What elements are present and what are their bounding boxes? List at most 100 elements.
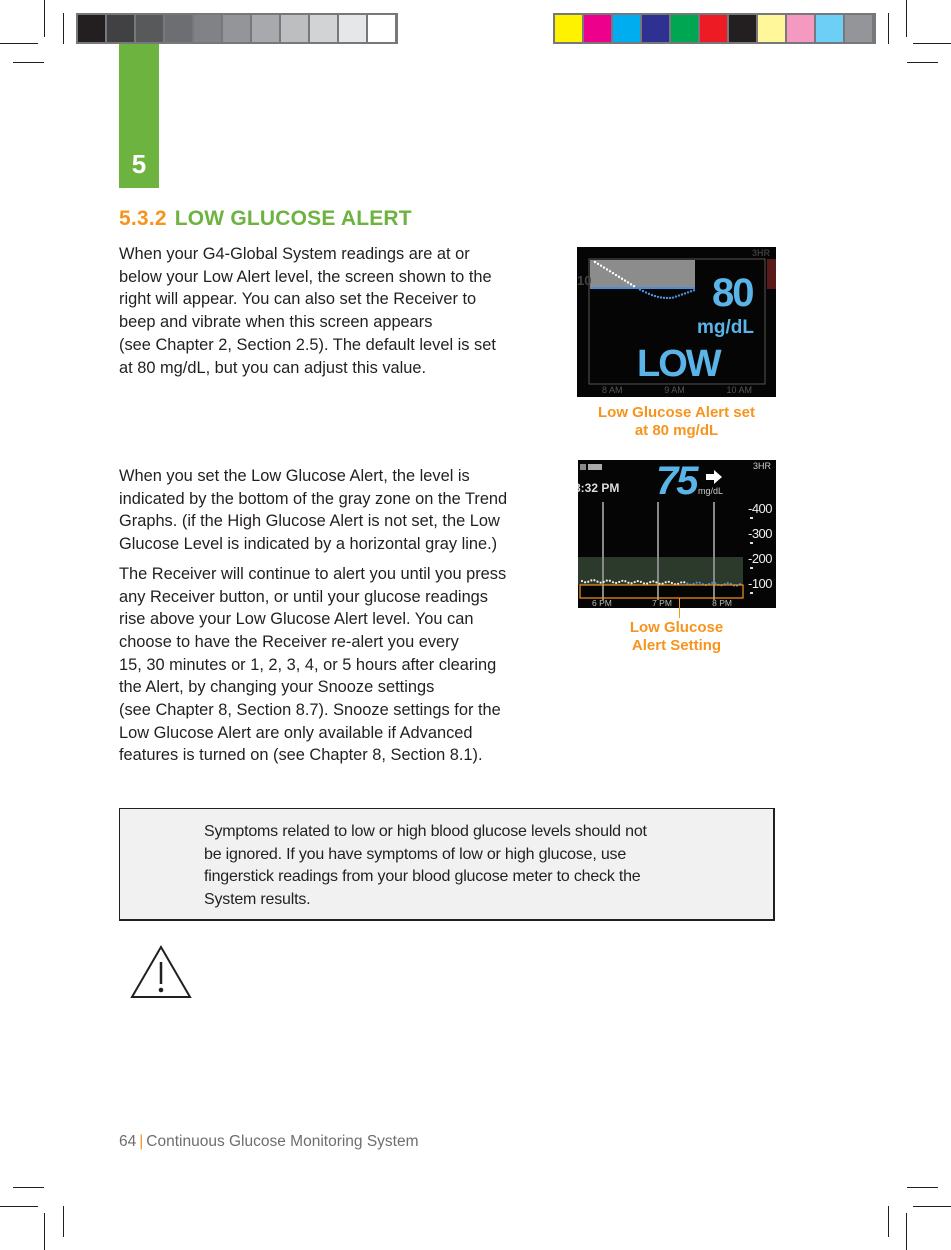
trend-dot	[677, 294, 681, 297]
crop-mark	[44, 1213, 45, 1250]
trend-dot	[615, 581, 618, 585]
y-axis-labels: -400 -300 -200 -100	[748, 496, 776, 596]
color-swatch	[194, 15, 221, 42]
x-tick: 9 AM	[664, 385, 685, 395]
low-alert-screen-image: 10 3HR 80 mg/dL LOW 8 AM 9 AM 10 AM	[577, 247, 776, 397]
trend-dot	[650, 293, 654, 297]
trend-dot	[605, 579, 608, 582]
trend-dot	[627, 581, 630, 584]
section-number: 5.3.2	[119, 207, 167, 230]
crop-mark	[0, 43, 38, 44]
chapter-tab: 5	[119, 44, 159, 188]
trend-dot	[596, 262, 600, 266]
range-label: 3HR	[752, 461, 771, 471]
warning-triangle-icon	[130, 944, 192, 1000]
section-title: LOW GLUCOSE ALERT	[174, 207, 412, 230]
battery-icon	[588, 464, 602, 470]
crop-mark	[906, 1213, 907, 1250]
alert-level-text: When you set the Low Glucose Alert, the …	[119, 465, 559, 774]
color-swatch	[758, 15, 785, 42]
callout-leader-line	[679, 598, 680, 618]
trend-dot	[596, 580, 599, 583]
low-status-label: LOW	[637, 343, 722, 385]
trend-dot	[630, 582, 633, 585]
current-time: 8:32 PM	[578, 481, 620, 495]
footer-title: Continuous Glucose Monitoring System	[146, 1133, 419, 1150]
crop-mark	[63, 1206, 64, 1237]
crop-mark	[888, 1206, 889, 1237]
color-swatch	[845, 15, 872, 42]
section-heading: 5.3.2 LOW GLUCOSE ALERT	[119, 207, 412, 231]
glucose-value: 80	[712, 271, 754, 315]
color-swatch	[584, 15, 611, 42]
crop-mark	[13, 62, 44, 63]
trend-dot	[695, 581, 698, 584]
crop-mark	[44, 0, 45, 37]
color-swatch	[555, 15, 582, 42]
trend-dot	[683, 581, 686, 584]
x-tick: 10 AM	[726, 385, 752, 395]
trend-dot	[653, 294, 657, 298]
glucose-unit: mg/dL	[698, 486, 724, 496]
grayscale-color-bar	[76, 13, 398, 44]
color-swatch	[281, 15, 308, 42]
trend-dot	[698, 581, 701, 584]
trend-dot	[590, 579, 593, 582]
trend-dot	[626, 281, 630, 284]
trend-dot	[680, 293, 684, 296]
trend-dot	[647, 292, 651, 296]
paragraph: The Receiver will continue to alert you …	[119, 564, 507, 765]
y-axis-partial-label: 10	[577, 273, 592, 288]
y-tick: -100	[748, 576, 773, 591]
crop-mark	[13, 1187, 44, 1188]
trend-dot	[714, 582, 717, 585]
crop-mark	[0, 1206, 38, 1207]
trend-dot	[584, 581, 587, 584]
trend-dot	[711, 581, 714, 584]
color-swatch	[136, 15, 163, 42]
trend-dot	[726, 582, 729, 585]
x-tick: 7 PM	[652, 598, 672, 608]
trend-graph-screen-image: 3HR 8:32 PM 75 mg/dL -400 -300 -200 -100…	[578, 460, 776, 608]
trend-dot	[624, 580, 627, 583]
trend-dot	[670, 581, 673, 585]
trend-dot	[671, 296, 675, 299]
trend-dot	[611, 271, 615, 275]
page-footer: 64 | Continuous Glucose Monitoring System	[119, 1133, 419, 1151]
color-swatch	[642, 15, 669, 42]
trend-dot	[620, 277, 624, 280]
glucose-value: 75	[656, 460, 698, 503]
color-swatch	[368, 15, 395, 42]
figure1-caption: Low Glucose Alert set at 80 mg/dL	[598, 404, 755, 439]
intro-text: When your G4-Global System readings are …	[119, 243, 559, 386]
color-swatch	[787, 15, 814, 42]
trend-dot	[633, 580, 636, 584]
x-tick: 8 AM	[602, 385, 623, 395]
figure2-caption: Low Glucose Alert Setting	[629, 619, 724, 654]
trend-dot	[623, 279, 627, 282]
trend-dot	[683, 292, 687, 295]
crop-mark	[913, 1206, 951, 1207]
trend-dot	[665, 296, 669, 300]
trend-dot	[652, 580, 655, 583]
trend-dot	[692, 289, 696, 292]
x-axis-labels: 8 AM 9 AM 10 AM	[602, 385, 752, 395]
trend-dot	[667, 580, 670, 583]
trend-dot	[668, 296, 672, 300]
trend-dot	[644, 291, 648, 294]
trend-dot	[646, 582, 649, 585]
crop-mark	[907, 62, 938, 63]
crop-mark	[906, 0, 907, 37]
trend-dot	[656, 295, 660, 299]
crop-mark	[63, 13, 64, 44]
color-swatch	[78, 15, 105, 42]
color-swatch	[816, 15, 843, 42]
trend-dot	[649, 581, 652, 584]
color-swatch	[252, 15, 279, 42]
trend-dot	[642, 582, 646, 585]
trend-dot	[618, 580, 621, 584]
trend-dot	[632, 284, 636, 288]
x-tick: 8 PM	[712, 598, 732, 608]
trend-dot	[593, 260, 597, 264]
trend-dot	[689, 290, 693, 293]
